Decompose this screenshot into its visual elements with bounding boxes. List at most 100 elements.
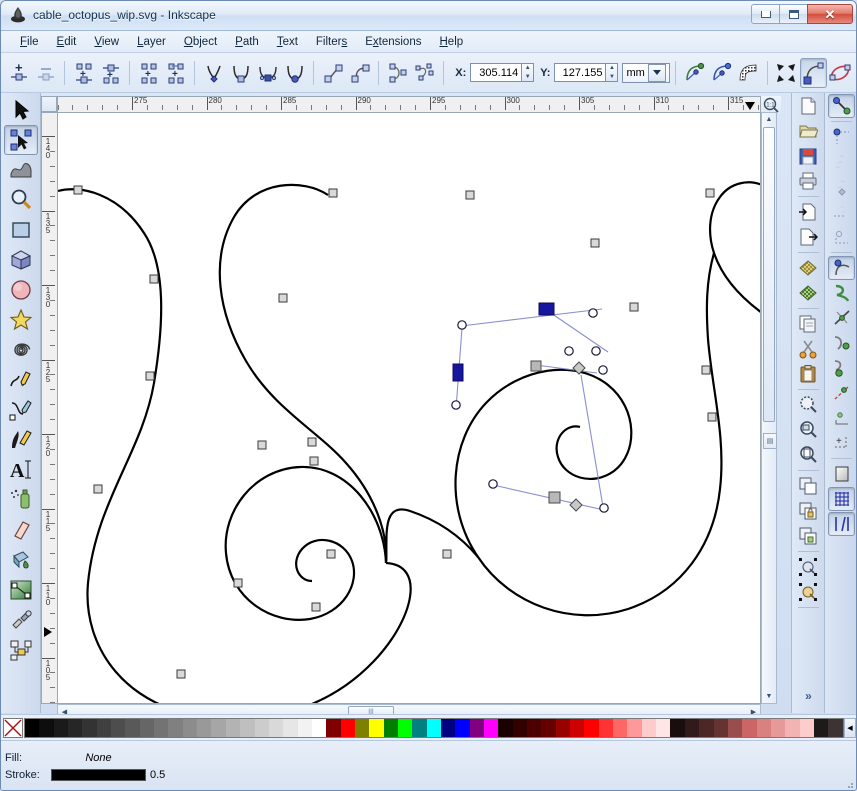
palette-swatch[interactable] bbox=[484, 718, 499, 737]
snap-bbox-center-button[interactable] bbox=[828, 225, 855, 249]
text-tool[interactable]: A bbox=[4, 455, 38, 485]
palette-swatch[interactable] bbox=[469, 718, 484, 737]
paste-button[interactable] bbox=[795, 362, 822, 386]
selector-tool[interactable] bbox=[4, 95, 38, 125]
snap-nodes-paths-button[interactable] bbox=[828, 256, 855, 280]
x-coordinate-input[interactable]: 305.114 bbox=[470, 63, 523, 82]
minimize-button[interactable] bbox=[751, 4, 780, 24]
duplicate-button[interactable] bbox=[795, 474, 822, 498]
palette-swatch[interactable] bbox=[197, 718, 212, 737]
palette-swatch[interactable] bbox=[111, 718, 126, 737]
menu-text[interactable]: Text bbox=[268, 34, 307, 50]
palette-swatch[interactable] bbox=[799, 718, 814, 737]
fill-value[interactable]: None bbox=[51, 752, 146, 764]
vertical-scrollbar[interactable]: ▲ ▼ bbox=[761, 112, 777, 704]
palette-swatch[interactable] bbox=[440, 718, 456, 737]
palette-swatch[interactable] bbox=[369, 718, 384, 737]
palette-swatch[interactable] bbox=[641, 718, 657, 737]
enable-snapping-button[interactable] bbox=[828, 94, 855, 118]
menu-extensions[interactable]: Extensions bbox=[356, 34, 430, 50]
palette-swatch[interactable] bbox=[412, 718, 427, 737]
palette-swatch[interactable] bbox=[455, 718, 470, 737]
canvas-dock-toggle[interactable]: ▤ bbox=[763, 433, 777, 449]
close-button[interactable]: ✕ bbox=[807, 4, 853, 24]
new-document-button[interactable] bbox=[795, 94, 822, 118]
segment-line-button[interactable] bbox=[319, 58, 346, 88]
palette-swatch[interactable] bbox=[383, 718, 398, 737]
menu-edit[interactable]: Edit bbox=[48, 34, 86, 50]
drawing-canvas[interactable] bbox=[57, 112, 761, 704]
palette-swatch[interactable] bbox=[555, 718, 571, 737]
palette-swatch[interactable] bbox=[570, 718, 585, 737]
y-coordinate-input[interactable]: 127.155 bbox=[554, 63, 607, 82]
snap-cusp-node-button[interactable] bbox=[828, 331, 855, 355]
palette-swatch[interactable] bbox=[96, 718, 112, 737]
snap-midpoint-button[interactable] bbox=[828, 381, 855, 405]
palette-swatch[interactable] bbox=[727, 718, 743, 737]
palette-swatch[interactable] bbox=[297, 718, 312, 737]
resize-grip[interactable] bbox=[843, 778, 855, 790]
rectangle-tool[interactable] bbox=[4, 215, 38, 245]
maximize-button[interactable] bbox=[779, 4, 808, 24]
ellipse-tool[interactable] bbox=[4, 275, 38, 305]
edit-mask-button[interactable] bbox=[827, 58, 854, 88]
chevron-down-icon[interactable] bbox=[647, 63, 666, 82]
horizontal-ruler[interactable]: 275280285290295300305310315320 bbox=[57, 96, 761, 112]
show-bezier-handles-button[interactable] bbox=[708, 58, 735, 88]
palette-swatch[interactable] bbox=[670, 718, 685, 737]
palette-swatch[interactable] bbox=[39, 718, 54, 737]
segment-curve-button[interactable] bbox=[346, 58, 373, 88]
open-document-button[interactable] bbox=[795, 119, 822, 143]
import-button[interactable] bbox=[795, 200, 822, 224]
palette-swatch[interactable] bbox=[68, 718, 83, 737]
overflow-chevrons-icon[interactable]: » bbox=[795, 684, 822, 708]
eraser-tool[interactable] bbox=[4, 515, 38, 545]
gradient-tool[interactable] bbox=[4, 575, 38, 605]
delete-segment-button[interactable]: + bbox=[162, 58, 189, 88]
palette-scroll-right-button[interactable]: ◀ bbox=[844, 717, 856, 738]
node-tool[interactable] bbox=[3, 125, 38, 155]
menu-file[interactable]: File bbox=[11, 34, 48, 50]
calligraphy-tool[interactable] bbox=[4, 425, 38, 455]
snap-grid-button[interactable] bbox=[828, 487, 855, 511]
redo-button[interactable] bbox=[795, 281, 822, 305]
scroll-down-arrow[interactable]: ▼ bbox=[762, 690, 776, 703]
menu-help[interactable]: Help bbox=[430, 34, 472, 50]
stroke-color-swatch[interactable] bbox=[51, 769, 146, 781]
palette-swatch[interactable] bbox=[254, 718, 269, 737]
snap-object-center-button[interactable] bbox=[828, 406, 855, 430]
snap-smooth-node-button[interactable] bbox=[828, 356, 855, 380]
menu-path[interactable]: Path bbox=[226, 34, 268, 50]
spray-tool[interactable] bbox=[4, 485, 38, 515]
save-document-button[interactable] bbox=[795, 144, 822, 168]
snap-bbox-midpoint-button[interactable]: ▫ ▫ bbox=[828, 200, 855, 224]
palette-swatch[interactable] bbox=[813, 718, 829, 737]
join-nodes-button[interactable]: + bbox=[97, 58, 124, 88]
insert-node-button[interactable]: + bbox=[5, 58, 32, 88]
snap-rotation-center-button[interactable]: + bbox=[828, 431, 855, 455]
palette-swatch[interactable] bbox=[828, 718, 843, 737]
palette-swatch[interactable] bbox=[268, 718, 284, 737]
palette-swatch[interactable] bbox=[225, 718, 241, 737]
palette-swatch[interactable] bbox=[311, 718, 327, 737]
node-smooth-button[interactable] bbox=[227, 58, 254, 88]
canvas-artwork[interactable] bbox=[58, 113, 761, 704]
palette-swatch[interactable] bbox=[125, 718, 140, 737]
menu-object[interactable]: Object bbox=[175, 34, 226, 50]
menu-view[interactable]: View bbox=[85, 34, 128, 50]
palette-swatch[interactable] bbox=[340, 718, 355, 737]
palette-swatch-strip[interactable] bbox=[24, 717, 844, 738]
bezier-tool[interactable] bbox=[4, 395, 38, 425]
copy-button[interactable] bbox=[795, 312, 822, 336]
star-tool[interactable] bbox=[4, 305, 38, 335]
palette-swatch[interactable] bbox=[240, 718, 255, 737]
edit-clip-button[interactable] bbox=[799, 57, 827, 88]
spiral-tool[interactable] bbox=[4, 335, 38, 365]
connector-tool[interactable] bbox=[4, 635, 38, 665]
delete-node-button[interactable] bbox=[32, 58, 59, 88]
print-button[interactable] bbox=[795, 169, 822, 193]
palette-swatch[interactable] bbox=[182, 718, 198, 737]
y-spinner[interactable]: ▲ ▼ bbox=[606, 63, 619, 82]
palette-swatch[interactable] bbox=[82, 718, 97, 737]
snap-bounding-box-button[interactable] bbox=[828, 125, 855, 149]
